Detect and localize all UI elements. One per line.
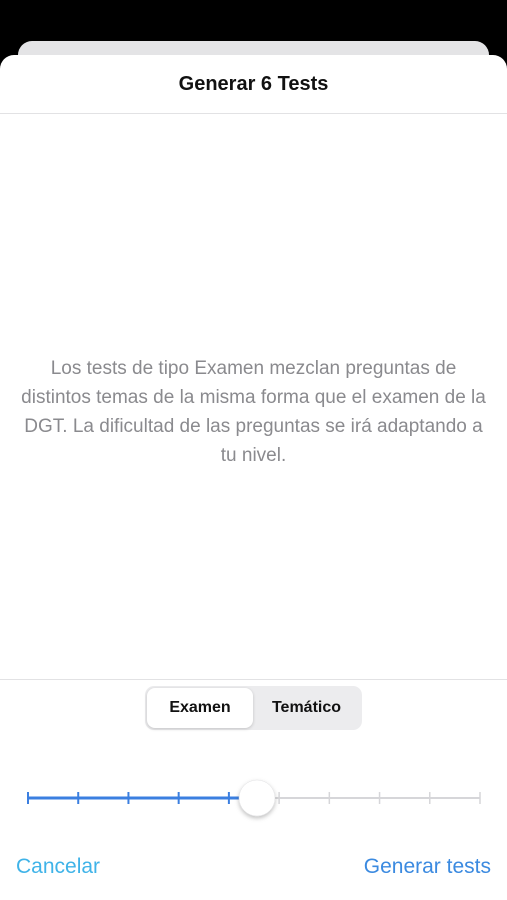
slider-thumb[interactable]: [238, 779, 276, 817]
sheet-title: Generar 6 Tests: [178, 72, 329, 95]
sheet-header: Generar 6 Tests: [0, 55, 507, 114]
description-text: Los tests de tipo Examen mezclan pregunt…: [21, 357, 486, 466]
segment-tematico[interactable]: Temático: [253, 688, 360, 728]
segment-examen[interactable]: Examen: [147, 688, 253, 728]
slider-track[interactable]: [22, 773, 486, 823]
cancel-button[interactable]: Cancelar: [16, 855, 100, 879]
generate-tests-sheet: Generar 6 Tests Los tests de tipo Examen…: [0, 55, 507, 900]
generate-tests-button[interactable]: Generar tests: [364, 855, 491, 879]
test-type-segmented-control: Examen Temático: [145, 686, 362, 730]
test-count-slider[interactable]: [22, 773, 486, 823]
divider: [0, 679, 507, 680]
content-area: Los tests de tipo Examen mezclan pregunt…: [0, 114, 507, 679]
